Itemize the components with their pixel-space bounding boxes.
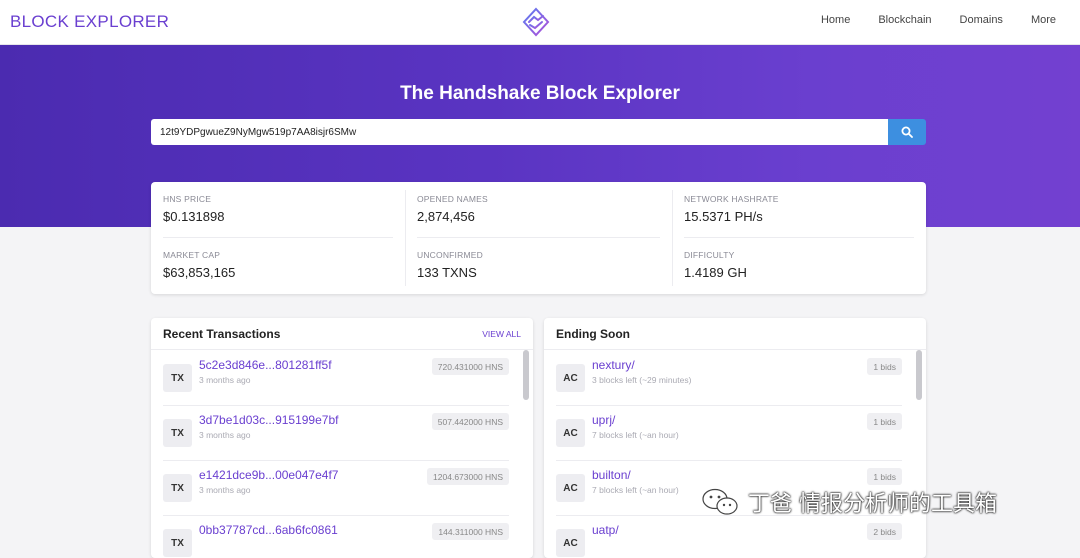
auction-badge: AC: [556, 419, 585, 447]
top-navbar: BLOCK EXPLORER Home Blockchain Domains M…: [0, 0, 1080, 45]
stat-label: HNS PRICE: [163, 194, 212, 204]
stat-value: 15.5371 PH/s: [684, 209, 763, 224]
bid-count: 2 bids: [867, 523, 902, 540]
tx-hash-link[interactable]: 5c2e3d846e...801281ff5f: [199, 358, 332, 372]
stat-label: DIFFICULTY: [684, 250, 735, 260]
stat-label: UNCONFIRMED: [417, 250, 483, 260]
tx-hash-link[interactable]: 3d7be1d03c...915199e7bf: [199, 413, 338, 427]
auction-name-link[interactable]: uprj/: [592, 413, 615, 427]
auction-row[interactable]: AC uatp/ 2 bids: [556, 515, 902, 558]
transaction-row[interactable]: TX 0bb37787cd...6ab6fc0861 144.311000 HN…: [163, 515, 509, 558]
blocks-left: 3 blocks left (~29 minutes): [592, 375, 692, 385]
stat-label: OPENED NAMES: [417, 194, 488, 204]
watermark-text: 丁爸 情报分析师的工具箱: [748, 492, 997, 517]
nav-home[interactable]: Home: [821, 14, 850, 26]
handshake-icon[interactable]: [520, 6, 552, 38]
auction-row[interactable]: AC uprj/ 7 blocks left (~an hour) 1 bids: [556, 405, 902, 460]
nav-blockchain[interactable]: Blockchain: [878, 14, 931, 26]
tx-time: 3 months ago: [199, 430, 251, 440]
view-all-link[interactable]: VIEW ALL: [482, 329, 521, 339]
bid-count: 1 bids: [867, 468, 902, 485]
watermark: 丁爸 情报分析师的工具箱: [700, 486, 997, 518]
tx-amount: 1204.673000 HNS: [427, 468, 509, 485]
stat-difficulty: DIFFICULTY 1.4189 GH: [684, 250, 747, 280]
ending-soon-panel: Ending Soon AC nextury/ 3 blocks left (~…: [544, 318, 926, 558]
search-button[interactable]: [888, 119, 926, 145]
stat-unconfirmed: UNCONFIRMED 133 TXNS: [417, 250, 483, 280]
auction-name-link[interactable]: builton/: [592, 468, 631, 482]
nav-domains[interactable]: Domains: [960, 14, 1003, 26]
search-icon: [901, 126, 913, 138]
scrollbar-thumb[interactable]: [523, 350, 529, 400]
panel-title: Ending Soon: [556, 327, 630, 341]
transaction-row[interactable]: TX 3d7be1d03c...915199e7bf 3 months ago …: [163, 405, 509, 460]
search-input[interactable]: [151, 119, 888, 145]
stat-label: NETWORK HASHRATE: [684, 194, 779, 204]
tx-time: 3 months ago: [199, 375, 251, 385]
search-bar: [151, 119, 926, 145]
bid-count: 1 bids: [867, 358, 902, 375]
tx-badge: TX: [163, 364, 192, 392]
blocks-left: 7 blocks left (~an hour): [592, 430, 679, 440]
bid-count: 1 bids: [867, 413, 902, 430]
stat-opened-names: OPENED NAMES 2,874,456: [417, 194, 488, 224]
stat-value: 2,874,456: [417, 209, 475, 224]
stat-market-cap: MARKET CAP $63,853,165: [163, 250, 235, 280]
main-nav: Home Blockchain Domains More: [821, 14, 1056, 26]
transaction-row[interactable]: TX 5c2e3d846e...801281ff5f 3 months ago …: [163, 350, 509, 405]
tx-amount: 720.431000 HNS: [431, 358, 509, 375]
auction-name-link[interactable]: uatp/: [592, 523, 619, 537]
tx-amount: 144.311000 HNS: [432, 523, 509, 540]
auction-badge: AC: [556, 529, 585, 557]
stat-value: 133 TXNS: [417, 265, 477, 280]
auction-badge: AC: [556, 364, 585, 392]
tx-hash-link[interactable]: e1421dce9b...00e047e4f7: [199, 468, 338, 482]
tx-time: 3 months ago: [199, 485, 251, 495]
wechat-icon: [702, 488, 738, 515]
blocks-left: 7 blocks left (~an hour): [592, 485, 679, 495]
auction-row[interactable]: AC nextury/ 3 blocks left (~29 minutes) …: [556, 350, 902, 405]
auction-name-link[interactable]: nextury/: [592, 358, 635, 372]
auction-badge: AC: [556, 474, 585, 502]
tx-amount: 507.442000 HNS: [431, 413, 509, 430]
column-divider: [405, 190, 406, 286]
panel-title: Recent Transactions: [163, 327, 281, 341]
column-divider: [672, 190, 673, 286]
tx-hash-link[interactable]: 0bb37787cd...6ab6fc0861: [199, 523, 338, 537]
brand-logo-text[interactable]: BLOCK EXPLORER: [10, 12, 169, 32]
stat-value: $63,853,165: [163, 265, 236, 280]
stat-network-hashrate: NETWORK HASHRATE 15.5371 PH/s: [684, 194, 779, 224]
stat-value: 1.4189 GH: [684, 265, 747, 280]
tx-badge: TX: [163, 474, 192, 502]
stat-label: MARKET CAP: [163, 250, 221, 260]
row-divider: [417, 237, 660, 238]
recent-transactions-panel: Recent Transactions VIEW ALL TX 5c2e3d84…: [151, 318, 533, 558]
stat-value: $0.131898: [163, 209, 225, 224]
tx-badge: TX: [163, 529, 192, 557]
tx-badge: TX: [163, 419, 192, 447]
row-divider: [684, 237, 914, 238]
transaction-row[interactable]: TX e1421dce9b...00e047e4f7 3 months ago …: [163, 460, 509, 515]
scrollbar-thumb[interactable]: [916, 350, 922, 400]
network-stats-card: HNS PRICE $0.131898 OPENED NAMES 2,874,4…: [151, 182, 926, 294]
row-divider: [163, 237, 393, 238]
page-title: The Handshake Block Explorer: [400, 83, 680, 104]
nav-more[interactable]: More: [1031, 14, 1056, 26]
stat-hns-price: HNS PRICE $0.131898: [163, 194, 224, 224]
